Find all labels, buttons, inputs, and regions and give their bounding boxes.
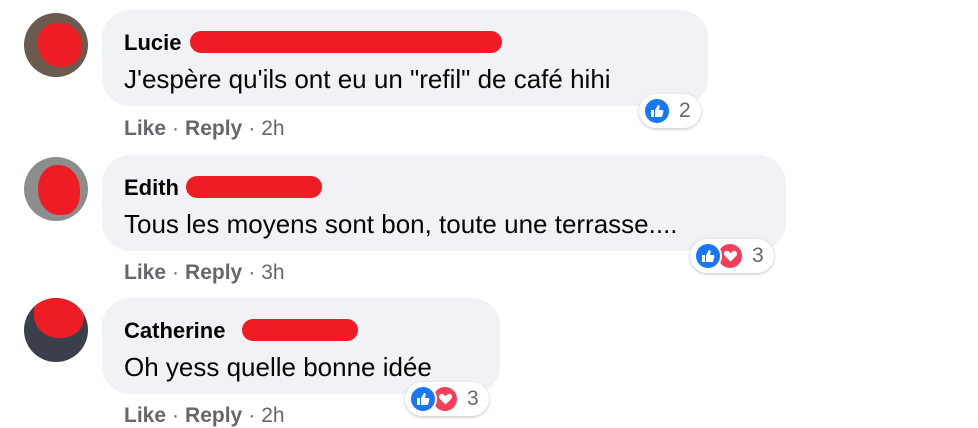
comment-bubble: Lucie J'espère qu'ils ont eu un "refil" … [102, 10, 708, 106]
reaction-count: 3 [752, 244, 764, 267]
separator: · [172, 117, 180, 140]
reaction-summary[interactable]: 3 [690, 239, 774, 273]
comment-timestamp[interactable]: 2h [261, 117, 284, 140]
comment-timestamp[interactable]: 3h [261, 261, 284, 284]
comment-item: Catherine Oh yess quelle bonne idée 3 Li… [0, 288, 978, 428]
redaction-mark [34, 298, 84, 338]
redaction-mark [38, 23, 82, 67]
comment-author[interactable]: Catherine [124, 318, 225, 344]
separator: · [248, 117, 256, 140]
thumbs-up-icon [694, 242, 722, 270]
reaction-count: 2 [679, 99, 691, 122]
comment-text: Oh yess quelle bonne idée [124, 352, 432, 382]
like-button[interactable]: Like [124, 117, 166, 140]
reply-button[interactable]: Reply [185, 261, 242, 284]
like-button[interactable]: Like [124, 404, 166, 427]
thumbs-up-icon [643, 97, 671, 125]
comment-actions: Like · Reply · 2h [124, 117, 285, 141]
comment-bubble: Catherine Oh yess quelle bonne idée [102, 298, 500, 394]
redaction-mark [190, 31, 502, 53]
separator: · [248, 261, 256, 284]
separator: · [248, 404, 256, 427]
comment-timestamp[interactable]: 2h [261, 404, 284, 427]
separator: · [172, 404, 180, 427]
avatar[interactable] [24, 13, 88, 77]
comment-author[interactable]: Lucie [124, 30, 181, 56]
reply-button[interactable]: Reply [185, 117, 242, 140]
like-button[interactable]: Like [124, 261, 166, 284]
comment-item: Edith Tous les moyens sont bon, toute un… [0, 145, 978, 285]
redaction-mark [38, 165, 80, 215]
comment-actions: Like · Reply · 2h [124, 404, 285, 428]
reaction-count: 3 [467, 387, 479, 410]
avatar[interactable] [24, 157, 88, 221]
avatar[interactable] [24, 298, 88, 362]
comment-author[interactable]: Edith [124, 175, 179, 201]
reply-button[interactable]: Reply [185, 404, 242, 427]
comment-bubble: Edith Tous les moyens sont bon, toute un… [102, 155, 786, 251]
comment-text: J'espère qu'ils ont eu un "refil" de caf… [124, 64, 611, 94]
thumbs-up-icon [409, 385, 437, 413]
redaction-mark [242, 319, 358, 341]
reaction-summary[interactable]: 3 [405, 382, 489, 416]
comment-actions: Like · Reply · 3h [124, 261, 285, 285]
comment-item: Lucie J'espère qu'ils ont eu un "refil" … [0, 0, 978, 145]
redaction-mark [186, 176, 322, 198]
comment-text: Tous les moyens sont bon, toute une terr… [124, 209, 678, 239]
separator: · [172, 261, 180, 284]
reaction-summary[interactable]: 2 [639, 94, 701, 128]
